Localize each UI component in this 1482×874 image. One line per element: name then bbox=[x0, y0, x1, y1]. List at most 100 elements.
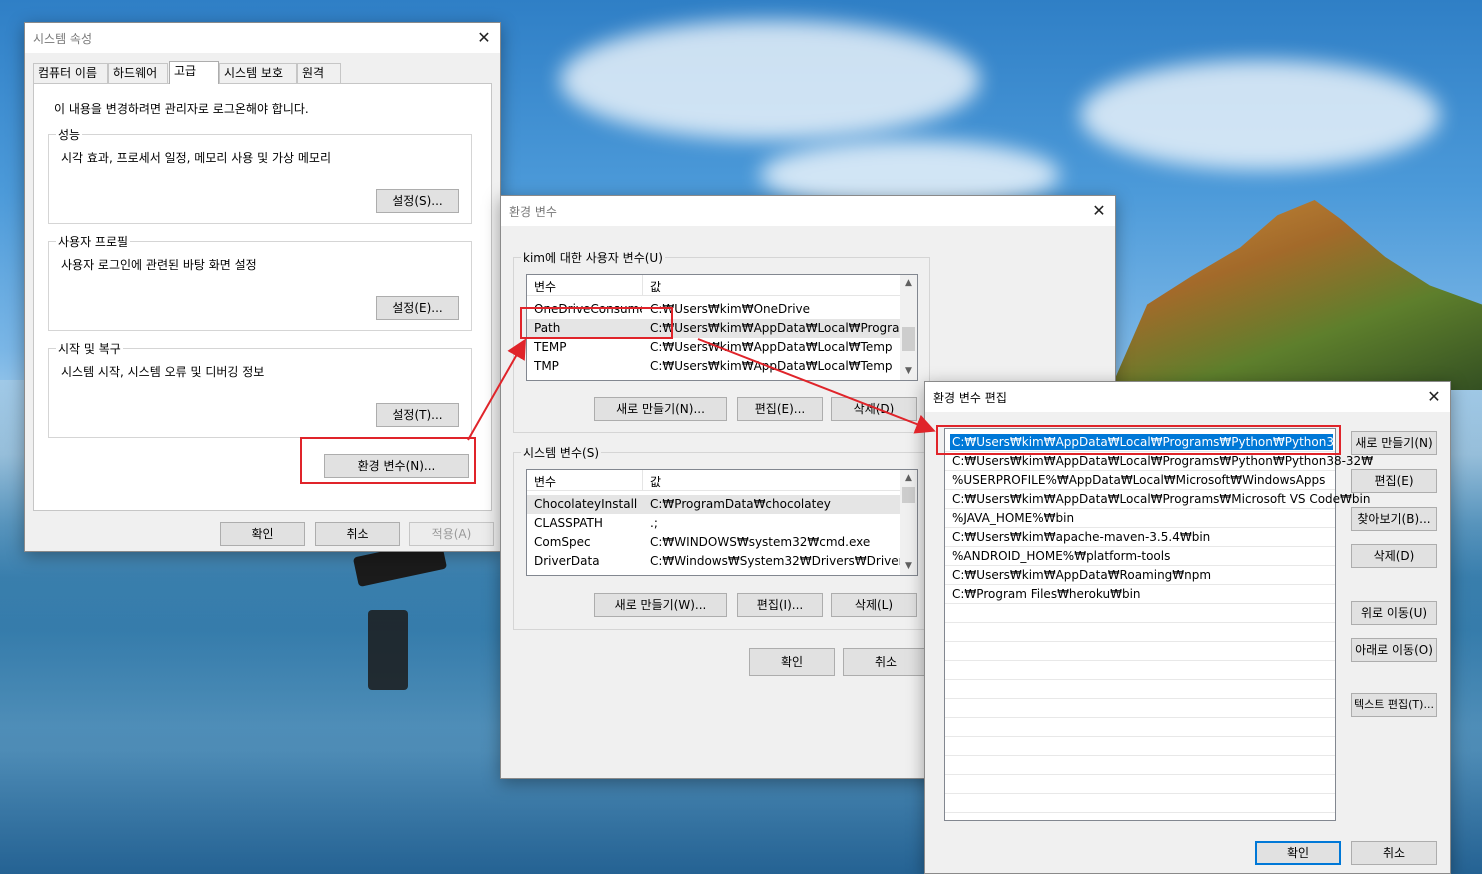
list-row[interactable]: ComSpec C:₩WINDOWS₩system32₩cmd.exe bbox=[527, 533, 900, 552]
path-entry-text: %USERPROFILE%₩AppData₩Local₩Microsoft₩Wi… bbox=[952, 473, 1326, 487]
edit-environment-variable-window: 환경 변수 편집 ✕ C:₩Users₩kim₩AppData₩Local₩Pr… bbox=[924, 381, 1451, 874]
admin-note: 이 내용을 변경하려면 관리자로 로그온해야 합니다. bbox=[54, 102, 309, 116]
path-entry[interactable]: C:₩Users₩kim₩AppData₩Local₩Programs₩Micr… bbox=[945, 490, 1370, 509]
user-variables-list[interactable]: 변수 값 OneDriveConsumer C:₩Users₩kim₩OneDr… bbox=[526, 274, 918, 381]
ok-button[interactable]: 확인 bbox=[749, 648, 835, 676]
list-header: 변수 값 bbox=[527, 470, 900, 491]
variable-value: .; bbox=[650, 516, 658, 530]
empty-row[interactable] bbox=[945, 623, 1335, 642]
list-row[interactable]: DriverData C:₩Windows₩System32₩Drivers₩D… bbox=[527, 552, 900, 571]
path-entry-text: C:₩Program Files₩heroku₩bin bbox=[952, 587, 1141, 601]
cancel-button[interactable]: 취소 bbox=[1351, 841, 1437, 865]
startup-legend: 시작 및 복구 bbox=[56, 340, 123, 357]
tab-hardware[interactable]: 하드웨어 bbox=[108, 63, 168, 84]
tab-remote[interactable]: 원격 bbox=[297, 63, 341, 84]
list-row[interactable]: TEMP C:₩Users₩kim₩AppData₩Local₩Temp bbox=[527, 338, 900, 357]
variable-value: C:₩Users₩kim₩OneDrive bbox=[650, 302, 811, 316]
path-entry-text: C:₩Users₩kim₩AppData₩Local₩Programs₩Micr… bbox=[952, 492, 1371, 506]
column-variable[interactable]: 변수 bbox=[534, 473, 556, 490]
column-separator bbox=[642, 275, 643, 296]
cancel-button[interactable]: 취소 bbox=[315, 522, 400, 546]
ok-button[interactable]: 확인 bbox=[1255, 841, 1341, 865]
new-path-button[interactable]: 새로 만들기(N) bbox=[1351, 431, 1437, 455]
path-entry[interactable]: C:₩Users₩kim₩AppData₩Roaming₩npm bbox=[945, 566, 1335, 585]
close-icon[interactable]: ✕ bbox=[1422, 385, 1446, 409]
window-title: 시스템 속성 bbox=[33, 32, 93, 46]
path-entry-text: %JAVA_HOME%₩bin bbox=[952, 511, 1075, 525]
vertical-scrollbar[interactable]: ▲ ▼ bbox=[900, 470, 917, 575]
edit-path-button[interactable]: 편집(E) bbox=[1351, 469, 1437, 493]
empty-row[interactable] bbox=[945, 604, 1335, 623]
scroll-up-icon[interactable]: ▲ bbox=[900, 470, 917, 487]
move-down-button[interactable]: 아래로 이동(O) bbox=[1351, 638, 1437, 662]
title-bar: 환경 변수 편집 ✕ bbox=[925, 382, 1450, 412]
user-delete-button[interactable]: 삭제(D) bbox=[831, 397, 917, 421]
variable-name: TEMP bbox=[534, 340, 567, 354]
close-icon[interactable]: ✕ bbox=[1087, 199, 1111, 223]
path-entry[interactable]: C:₩Program Files₩heroku₩bin bbox=[945, 585, 1335, 604]
startup-settings-button[interactable]: 설정(T)... bbox=[376, 403, 459, 427]
system-edit-button[interactable]: 편집(I)... bbox=[737, 593, 823, 617]
path-entry[interactable]: C:₩Users₩kim₩apache-maven-3.5.4₩bin bbox=[945, 528, 1335, 547]
variable-name: DriverData bbox=[534, 554, 600, 568]
empty-row[interactable] bbox=[945, 642, 1335, 661]
scroll-down-icon[interactable]: ▼ bbox=[900, 363, 917, 380]
variable-value: C:₩Users₩kim₩AppData₩Local₩Programs... bbox=[650, 321, 900, 335]
empty-row[interactable] bbox=[945, 756, 1335, 775]
variable-name: Path bbox=[534, 321, 561, 335]
close-icon[interactable]: ✕ bbox=[472, 26, 496, 50]
list-row[interactable]: TMP C:₩Users₩kim₩AppData₩Local₩Temp bbox=[527, 357, 900, 376]
column-variable[interactable]: 변수 bbox=[534, 278, 556, 295]
edit-text-button[interactable]: 텍스트 편집(T)... bbox=[1351, 693, 1437, 717]
user-new-button[interactable]: 새로 만들기(N)... bbox=[594, 397, 727, 421]
vertical-scrollbar[interactable]: ▲ ▼ bbox=[900, 275, 917, 380]
ok-button[interactable]: 확인 bbox=[220, 522, 305, 546]
empty-row[interactable] bbox=[945, 737, 1335, 756]
empty-row[interactable] bbox=[945, 661, 1335, 680]
empty-row[interactable] bbox=[945, 680, 1335, 699]
column-value[interactable]: 값 bbox=[650, 473, 661, 490]
list-row[interactable]: OneDriveConsumer C:₩Users₩kim₩OneDrive bbox=[527, 300, 900, 319]
browse-button[interactable]: 찾아보기(B)... bbox=[1351, 507, 1437, 531]
list-row[interactable]: CLASSPATH .; bbox=[527, 514, 900, 533]
tab-advanced[interactable]: 고급 bbox=[169, 61, 219, 84]
empty-row[interactable] bbox=[945, 775, 1335, 794]
variable-value: C:₩ProgramData₩chocolatey bbox=[650, 497, 831, 511]
path-entry[interactable]: C:₩Users₩kim₩AppData₩Local₩Programs₩Pyth… bbox=[945, 452, 1373, 471]
tab-computer-name[interactable]: 컴퓨터 이름 bbox=[33, 63, 108, 84]
delete-path-button[interactable]: 삭제(D) bbox=[1351, 544, 1437, 568]
apply-button[interactable]: 적용(A) bbox=[409, 522, 494, 546]
column-value[interactable]: 값 bbox=[650, 278, 661, 295]
empty-row[interactable] bbox=[945, 699, 1335, 718]
path-entry[interactable]: %USERPROFILE%₩AppData₩Local₩Microsoft₩Wi… bbox=[945, 471, 1335, 490]
path-entry[interactable]: %JAVA_HOME%₩bin bbox=[945, 509, 1335, 528]
system-variables-list[interactable]: 변수 값 ChocolateyInstall C:₩ProgramData₩ch… bbox=[526, 469, 918, 576]
scroll-thumb[interactable] bbox=[902, 487, 915, 503]
tab-system-protection[interactable]: 시스템 보호 bbox=[219, 63, 297, 84]
user-edit-button[interactable]: 편집(E)... bbox=[737, 397, 823, 421]
environment-variables-button[interactable]: 환경 변수(N)... bbox=[324, 454, 469, 478]
cancel-button[interactable]: 취소 bbox=[843, 648, 929, 676]
variable-value: C:₩Users₩kim₩AppData₩Local₩Temp bbox=[650, 340, 893, 354]
variable-value: C:₩Users₩kim₩AppData₩Local₩Temp bbox=[650, 359, 893, 373]
path-entry[interactable]: %ANDROID_HOME%₩platform-tools bbox=[945, 547, 1335, 566]
variable-value: C:₩Windows₩System32₩Drivers₩DriverData bbox=[650, 554, 900, 568]
performance-settings-button[interactable]: 설정(S)... bbox=[376, 189, 459, 213]
scroll-down-icon[interactable]: ▼ bbox=[900, 558, 917, 575]
system-new-button[interactable]: 새로 만들기(W)... bbox=[594, 593, 727, 617]
path-entries-list[interactable]: C:₩Users₩kim₩AppData₩Local₩Programs₩Pyth… bbox=[944, 428, 1373, 821]
user-profile-legend: 사용자 프로필 bbox=[56, 233, 131, 250]
cloud bbox=[1080, 60, 1440, 170]
list-row-selected[interactable]: Path C:₩Users₩kim₩AppData₩Local₩Programs… bbox=[527, 319, 900, 338]
cloud bbox=[560, 20, 980, 140]
empty-row[interactable] bbox=[945, 794, 1335, 813]
path-entry-selected[interactable]: C:₩Users₩kim₩AppData₩Local₩Programs₩Pyth… bbox=[945, 433, 1335, 452]
scroll-thumb[interactable] bbox=[902, 327, 915, 351]
list-row-selected[interactable]: ChocolateyInstall C:₩ProgramData₩chocola… bbox=[527, 495, 900, 514]
system-delete-button[interactable]: 삭제(L) bbox=[831, 593, 917, 617]
startup-desc: 시스템 시작, 시스템 오류 및 디버깅 정보 bbox=[61, 365, 265, 379]
move-up-button[interactable]: 위로 이동(U) bbox=[1351, 601, 1437, 625]
empty-row[interactable] bbox=[945, 718, 1335, 737]
scroll-up-icon[interactable]: ▲ bbox=[900, 275, 917, 292]
user-profile-settings-button[interactable]: 설정(E)... bbox=[376, 296, 459, 320]
